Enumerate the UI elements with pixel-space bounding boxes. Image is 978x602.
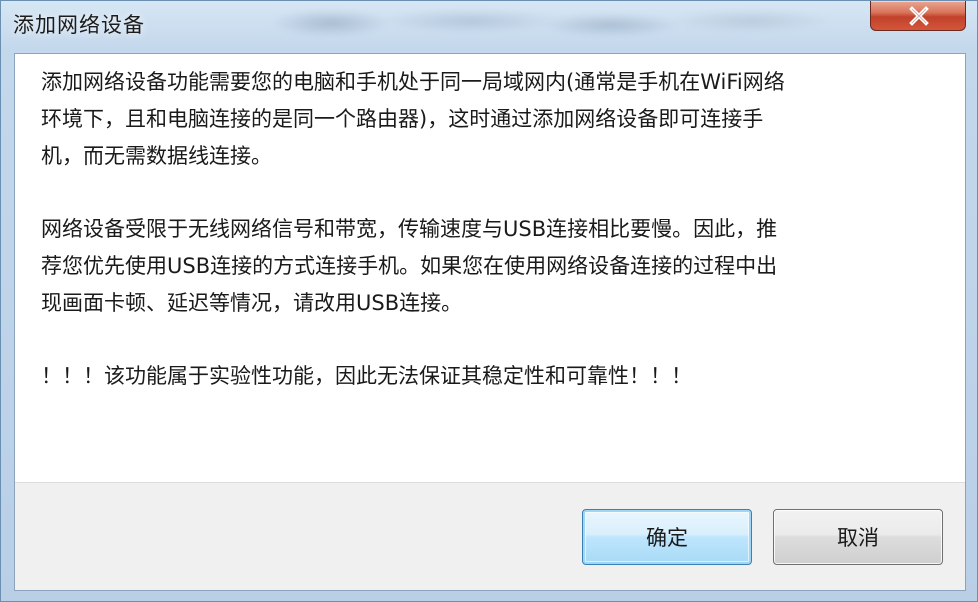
window-title: 添加网络设备	[13, 13, 145, 37]
cancel-button[interactable]: 取消	[773, 509, 943, 565]
close-button[interactable]	[870, 1, 966, 31]
message-line: 添加网络设备功能需要您的电脑和手机处于同一局域网内(通常是手机在WiFi网络	[41, 70, 785, 94]
message-line: 荐您优先使用USB连接的方式连接手机。如果您在使用网络设备连接的过程中出	[41, 254, 778, 278]
message-line: 网络设备受限于无线网络信号和带宽，传输速度与USB连接相比要慢。因此，推	[41, 217, 778, 241]
message-line: 现画面卡顿、延迟等情况，请改用USB连接。	[41, 291, 463, 315]
message-line: 机，而无需数据线连接。	[41, 144, 272, 168]
message-paragraph-2: 网络设备受限于无线网络信号和带宽，传输速度与USB连接相比要慢。因此，推 荐您优…	[41, 211, 921, 322]
button-bar: 确定 取消	[15, 482, 965, 590]
close-icon	[909, 6, 929, 26]
warning-text: ！！！该功能属于实验性功能，因此无法保证其稳定性和可靠性！！！	[41, 358, 921, 395]
dialog-window: 添加网络设备 添加网络设备功能需要您的电脑和手机处于同一局域网内(通常是手机在W…	[0, 0, 978, 602]
message-paragraph-1: 添加网络设备功能需要您的电脑和手机处于同一局域网内(通常是手机在WiFi网络 环…	[41, 64, 921, 175]
warning-line: ！！！该功能属于实验性功能，因此无法保证其稳定性和可靠性！！！	[41, 364, 692, 388]
message-content: 添加网络设备功能需要您的电脑和手机处于同一局域网内(通常是手机在WiFi网络 环…	[41, 64, 921, 431]
dialog-client-area: 添加网络设备功能需要您的电脑和手机处于同一局域网内(通常是手机在WiFi网络 环…	[14, 53, 966, 591]
title-bar-background-blur	[251, 5, 831, 41]
ok-button[interactable]: 确定	[582, 509, 752, 565]
message-line: 环境下，且和电脑连接的是同一个路由器)，这时通过添加网络设备即可连接手	[41, 107, 764, 131]
